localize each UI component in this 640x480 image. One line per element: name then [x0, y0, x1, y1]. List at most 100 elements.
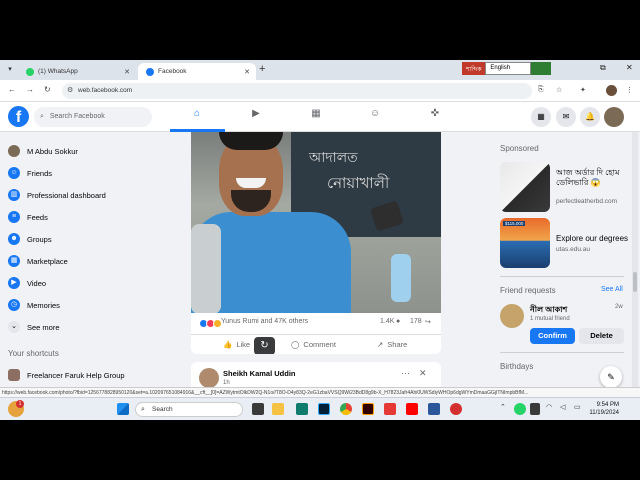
close-icon[interactable]: ✕ [419, 368, 427, 379]
reaction-summary[interactable]: Yunus Rumi and 47K others 1.4K ● 178 ↪ [199, 318, 435, 330]
ime-status-icon [531, 62, 552, 75]
notifications-icon[interactable]: 🔔 [580, 107, 600, 127]
chrome-icon[interactable] [340, 403, 352, 415]
groups-icon[interactable]: ☺ [366, 108, 384, 124]
sidebar-item-video[interactable]: ▶ Video [8, 274, 46, 292]
app-icon[interactable] [450, 403, 462, 415]
tray-app-icon[interactable] [530, 403, 540, 415]
search-placeholder: Search Facebook [49, 113, 105, 120]
ad-url: perfectleatherbd.com [556, 198, 618, 205]
comment-button[interactable]: ◯ Comment [291, 340, 336, 349]
scrollbar[interactable] [632, 132, 638, 387]
like-button[interactable]: 👍 Like [223, 340, 250, 349]
delete-button[interactable]: Delete [579, 328, 624, 344]
confirm-button[interactable]: Confirm [530, 328, 575, 344]
reaction-icons [199, 319, 222, 328]
word-icon[interactable] [428, 403, 440, 415]
browser-menu-icon[interactable]: ⋮ [626, 86, 633, 94]
ad-title: আজ অর্ডার দি হোম ডেলিভারি 😱 [556, 168, 620, 187]
comments-count[interactable]: 1.4K [380, 318, 394, 325]
tab-facebook[interactable]: Facebook ✕ [138, 63, 256, 80]
scrollbar-thumb[interactable] [633, 272, 637, 292]
taskbar-search[interactable]: ⌕ Search [135, 402, 243, 417]
ad-url: utas.edu.au [556, 246, 590, 253]
share-button[interactable]: ↗ Share [377, 340, 407, 349]
home-icon[interactable]: ⌂ [188, 108, 206, 124]
sidebar-item-profile[interactable]: M Abdu Sokkur [8, 142, 78, 160]
file-explorer-icon[interactable] [272, 403, 284, 415]
sidebar-item-memories[interactable]: ◷ Memories [8, 296, 60, 314]
group-thumbnail [8, 369, 20, 381]
bangla-ime-label[interactable]: শাব্দিক [462, 62, 486, 75]
post-actions: 👍 Like ↻ ◯ Comment ↗ Share [191, 334, 441, 354]
divider [500, 352, 624, 353]
sidebar-item-feeds[interactable]: ≡ Feeds [8, 208, 48, 226]
sidebar-item-dashboard[interactable]: ▥ Professional dashboard [8, 186, 106, 204]
minimize-icon[interactable]: ⧉ [600, 63, 606, 73]
reload-icon[interactable]: ↻ [44, 85, 51, 94]
profile-avatar[interactable] [606, 85, 617, 96]
post-time[interactable]: 1h [223, 380, 230, 386]
search-input[interactable]: ⌕ Search Facebook [34, 107, 152, 127]
notification-badge: 1 [16, 400, 24, 408]
chevron-up-icon[interactable]: ⌃ [500, 403, 508, 415]
close-icon[interactable]: ✕ [124, 68, 130, 76]
back-icon[interactable]: ← [8, 85, 16, 94]
tab-search-icon[interactable]: ▾ [4, 64, 16, 76]
sidebar-item-see-more[interactable]: ⌄ See more [8, 318, 60, 336]
chevron-down-icon: ⌄ [8, 321, 20, 333]
marketplace-icon[interactable]: ▦ [307, 108, 325, 124]
facebook-logo[interactable]: f [8, 106, 29, 127]
task-view-icon[interactable] [252, 403, 264, 415]
extensions-icon[interactable]: ✦ [580, 86, 586, 94]
more-options-icon[interactable]: ⋯ [401, 368, 410, 379]
sidebar-item-shortcut[interactable]: Freelancer Faruk Help Group [8, 366, 125, 384]
install-icon[interactable]: ⎘ [538, 86, 544, 94]
illustrator-icon[interactable] [362, 403, 374, 415]
sidebar-item-groups[interactable]: ☻ Groups [8, 230, 52, 248]
shares-count[interactable]: 178 [410, 318, 422, 325]
avatar[interactable] [199, 368, 219, 388]
new-message-button[interactable]: ✎ [600, 366, 622, 388]
screen: ▾ (1) WhatsApp ✕ Facebook ✕ + শাব্দিক En… [0, 60, 640, 420]
menu-grid-icon[interactable]: ▦ [531, 107, 551, 127]
reactions-text[interactable]: Yunus Rumi and 47K others [221, 318, 308, 325]
see-all-link[interactable]: See All [601, 286, 623, 293]
left-sidebar: M Abdu Sokkur ☺ Friends ▥ Professional d… [0, 132, 180, 387]
window-close-icon[interactable]: ✕ [626, 63, 633, 72]
forward-icon[interactable]: → [26, 85, 34, 94]
sidebar-item-label: Video [27, 278, 47, 288]
volume-icon[interactable]: ◁ [560, 403, 570, 415]
post-author[interactable]: Sheikh Kamal Uddin [223, 369, 296, 378]
wifi-icon[interactable]: ◠ [546, 403, 556, 415]
sidebar-item-friends[interactable]: ☺ Friends [8, 164, 52, 182]
account-avatar[interactable] [604, 107, 624, 127]
edge-icon[interactable] [296, 403, 308, 415]
new-tab-button[interactable]: + [259, 63, 265, 75]
start-icon[interactable] [117, 403, 129, 415]
battery-icon[interactable]: ▭ [574, 403, 584, 415]
sidebar-item-label: Memories [27, 300, 60, 310]
url-bar[interactable]: ⚙ web.facebook.com [62, 83, 532, 99]
system-clock[interactable]: 9:54 PM 11/19/2024 [587, 401, 619, 417]
sidebar-item-label: M Abdu Sokkur [27, 146, 78, 156]
sponsored-ad[interactable]: আজ অর্ডার দি হোম ডেলিভারি 😱 perfectleath… [500, 162, 630, 212]
youtube-icon[interactable] [406, 403, 418, 415]
close-icon[interactable]: ✕ [244, 68, 250, 76]
messenger-icon[interactable]: ✉ [556, 107, 576, 127]
post-photo[interactable]: আদালত নোয়াখালী [191, 132, 441, 313]
sponsored-ad[interactable]: $115,000 Explore our degrees utas.edu.au [500, 218, 630, 268]
acrobat-icon[interactable] [384, 403, 396, 415]
gaming-icon[interactable]: ✜ [426, 108, 444, 124]
sidebar-item-marketplace[interactable]: ▦ Marketplace [8, 252, 68, 270]
search-icon: ⌕ [40, 113, 44, 120]
tab-whatsapp[interactable]: (1) WhatsApp ✕ [18, 63, 136, 80]
language-switcher[interactable]: শাব্দিক English [462, 62, 552, 75]
avatar[interactable] [500, 304, 524, 328]
whatsapp-tray-icon[interactable] [514, 403, 526, 415]
english-ime-label[interactable]: English [485, 62, 532, 75]
site-info-icon[interactable]: ⚙ [67, 83, 73, 99]
bookmark-star-icon[interactable]: ☆ [556, 86, 562, 94]
photoshop-icon[interactable] [318, 403, 330, 415]
video-icon[interactable]: ▶ [247, 108, 265, 124]
